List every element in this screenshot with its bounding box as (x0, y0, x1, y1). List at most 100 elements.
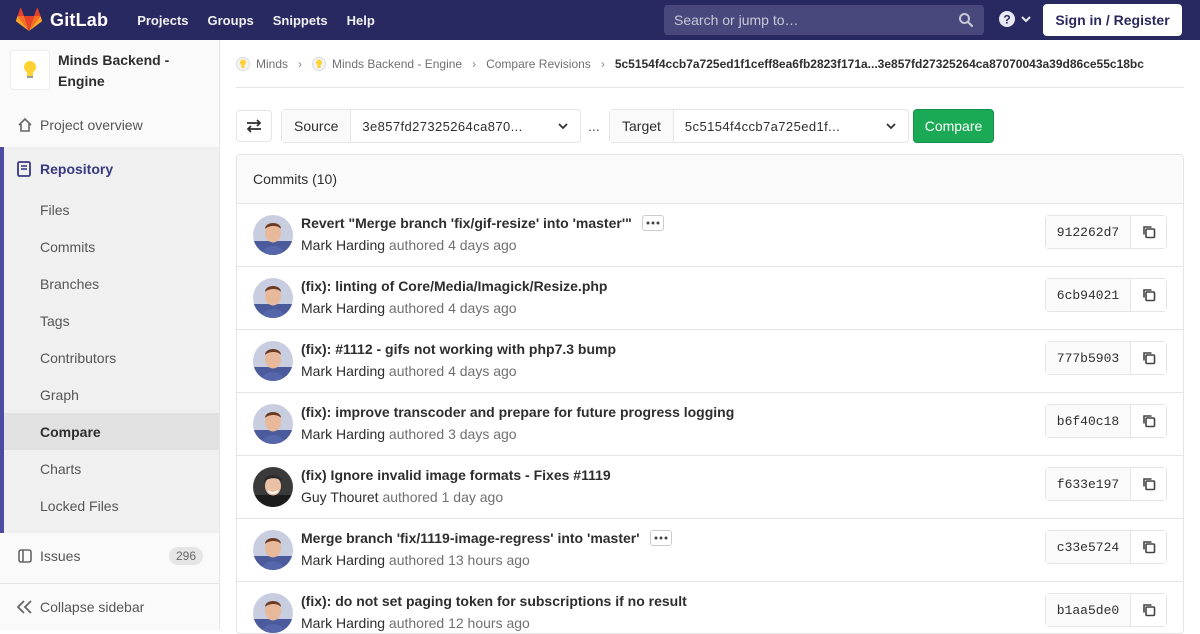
double-chevron-left-icon (17, 600, 32, 614)
author-avatar[interactable] (253, 341, 293, 381)
sidebar-item-label: Repository (40, 161, 114, 177)
brand[interactable]: GitLab (16, 0, 108, 40)
copy-icon (1142, 541, 1155, 554)
commit-time: 4 days ago (448, 237, 517, 253)
commit-author-link[interactable]: Mark Harding (301, 363, 385, 379)
top-navbar: GitLab Projects Groups Snippets Help Sea… (0, 0, 1200, 40)
breadcrumb-label: Compare Revisions (486, 56, 591, 71)
commit-sha-link[interactable]: b6f40c18 (1046, 405, 1131, 437)
commit-title-link[interactable]: (fix): linting of Core/Media/Imagick/Res… (301, 278, 607, 294)
sidebar-item-project-overview[interactable]: Project overview (0, 106, 219, 143)
commit-meta: Mark Harding authored 4 days ago (301, 363, 517, 379)
project-header[interactable]: Minds Backend - Engine (0, 40, 219, 106)
copy-sha-button[interactable] (1131, 216, 1166, 248)
collapse-sidebar-button[interactable]: Collapse sidebar (0, 583, 219, 630)
breadcrumb-item-project[interactable]: Minds Backend - Engine (312, 56, 462, 71)
chevron-right-icon: › (298, 56, 303, 71)
commit-meta: Mark Harding authored 4 days ago (301, 300, 517, 316)
commit-time: 12 hours ago (448, 615, 530, 631)
nav-snippets[interactable]: Snippets (273, 13, 328, 28)
expand-description-button[interactable] (649, 530, 672, 546)
commit-title-link[interactable]: Revert "Merge branch 'fix/gif-resize' in… (301, 215, 632, 231)
source-revision-field[interactable]: Source 3e857fd27325264ca870... (281, 109, 581, 143)
sidebar-item-graph[interactable]: Graph (4, 376, 219, 413)
commit-author-link[interactable]: Guy Thouret (301, 489, 379, 505)
breadcrumb-item-minds[interactable]: Minds (236, 56, 288, 71)
commit-sha-group: b1aa5de0 (1045, 593, 1167, 627)
target-revision-dropdown[interactable]: 5c5154f4ccb7a725ed1f... (674, 110, 908, 142)
sidebar-item-charts[interactable]: Charts (4, 450, 219, 487)
author-avatar[interactable] (253, 215, 293, 255)
gitlab-logo-icon (16, 8, 42, 31)
commit-sha-link[interactable]: c33e5724 (1046, 531, 1131, 563)
commit-title-row: (fix) Ignore invalid image formats - Fix… (301, 467, 611, 483)
commit-title-row: (fix): linting of Core/Media/Imagick/Res… (301, 278, 607, 294)
home-icon (18, 117, 32, 132)
copy-sha-button[interactable] (1131, 594, 1166, 626)
copy-sha-button[interactable] (1131, 405, 1166, 437)
source-revision-dropdown[interactable]: 3e857fd27325264ca870... (351, 110, 580, 142)
sidebar-item-files[interactable]: Files (4, 191, 219, 228)
commit-sha-link[interactable]: f633e197 (1046, 468, 1131, 500)
commit-author-link[interactable]: Mark Harding (301, 552, 385, 568)
copy-sha-button[interactable] (1131, 531, 1166, 563)
copy-sha-button[interactable] (1131, 342, 1166, 374)
commit-author-link[interactable]: Mark Harding (301, 237, 385, 253)
lightbulb-icon (24, 61, 36, 78)
author-avatar[interactable] (253, 278, 293, 318)
chevron-down-icon (886, 123, 896, 130)
commit-row: Revert "Merge branch 'fix/gif-resize' in… (237, 204, 1183, 267)
sidebar-item-branches[interactable]: Branches (4, 265, 219, 302)
nav-groups[interactable]: Groups (208, 13, 254, 28)
project-avatar-icon (312, 56, 327, 71)
sidebar-item-label: Charts (40, 460, 82, 477)
nav-projects[interactable]: Projects (137, 13, 188, 28)
commit-title-link[interactable]: Merge branch 'fix/1119-image-regress' in… (301, 530, 640, 546)
commit-author-link[interactable]: Mark Harding (301, 300, 385, 316)
chevron-right-icon: › (600, 56, 605, 71)
sidebar-item-compare[interactable]: Compare (4, 413, 219, 450)
commit-title-link[interactable]: (fix): do not set paging token for subsc… (301, 593, 687, 609)
commit-row: (fix) Ignore invalid image formats - Fix… (237, 456, 1183, 519)
copy-sha-button[interactable] (1131, 468, 1166, 500)
commit-sha-link[interactable]: 912262d7 (1046, 216, 1131, 248)
sidebar: Minds Backend - Engine Project overview … (0, 40, 220, 630)
signin-button[interactable]: Sign in / Register (1043, 4, 1182, 36)
commit-title-link[interactable]: (fix) Ignore invalid image formats - Fix… (301, 467, 611, 483)
help-dropdown[interactable]: ? (998, 10, 1032, 28)
target-revision-field[interactable]: Target 5c5154f4ccb7a725ed1f... (609, 109, 909, 143)
sidebar-item-tags[interactable]: Tags (4, 302, 219, 339)
nav-help[interactable]: Help (347, 13, 375, 28)
sidebar-item-repository[interactable]: Repository (0, 147, 219, 191)
commit-sha-group: f633e197 (1045, 467, 1167, 501)
target-label: Target (610, 110, 674, 142)
author-avatar[interactable] (253, 593, 293, 633)
commit-sha-link[interactable]: 777b5903 (1046, 342, 1131, 374)
commit-sha-group: c33e5724 (1045, 530, 1167, 564)
search-input[interactable]: Search or jump to… (664, 5, 984, 35)
compare-button[interactable]: Compare (913, 109, 994, 143)
commit-title-link[interactable]: (fix): #1112 - gifs not working with php… (301, 341, 616, 357)
commit-author-link[interactable]: Mark Harding (301, 426, 385, 442)
commit-title-row: (fix): #1112 - gifs not working with php… (301, 341, 616, 357)
expand-description-button[interactable] (641, 215, 664, 231)
breadcrumb-current[interactable]: 5c5154f4ccb7a725ed1f1ceff8ea6fb2823f171a… (615, 57, 1144, 71)
author-avatar[interactable] (253, 467, 293, 507)
sidebar-item-issues[interactable]: Issues 296 (0, 537, 219, 574)
commit-sha-link[interactable]: b1aa5de0 (1046, 594, 1131, 626)
sidebar-item-locked-files[interactable]: Locked Files (4, 487, 219, 524)
copy-icon (1142, 352, 1155, 365)
commit-title-link[interactable]: (fix): improve transcoder and prepare fo… (301, 404, 734, 420)
sidebar-item-contributors[interactable]: Contributors (4, 339, 219, 376)
author-avatar[interactable] (253, 404, 293, 444)
project-avatar (10, 50, 50, 90)
author-avatar[interactable] (253, 530, 293, 570)
source-value: 3e857fd27325264ca870... (362, 118, 523, 134)
breadcrumb-item-compare[interactable]: Compare Revisions (486, 57, 591, 71)
swap-revisions-button[interactable] (236, 110, 272, 142)
commit-author-link[interactable]: Mark Harding (301, 615, 385, 631)
breadcrumb: Minds › Minds Backend - Engine › Compare… (236, 40, 1184, 88)
commit-sha-link[interactable]: 6cb94021 (1046, 279, 1131, 311)
copy-sha-button[interactable] (1131, 279, 1166, 311)
sidebar-item-commits[interactable]: Commits (4, 228, 219, 265)
